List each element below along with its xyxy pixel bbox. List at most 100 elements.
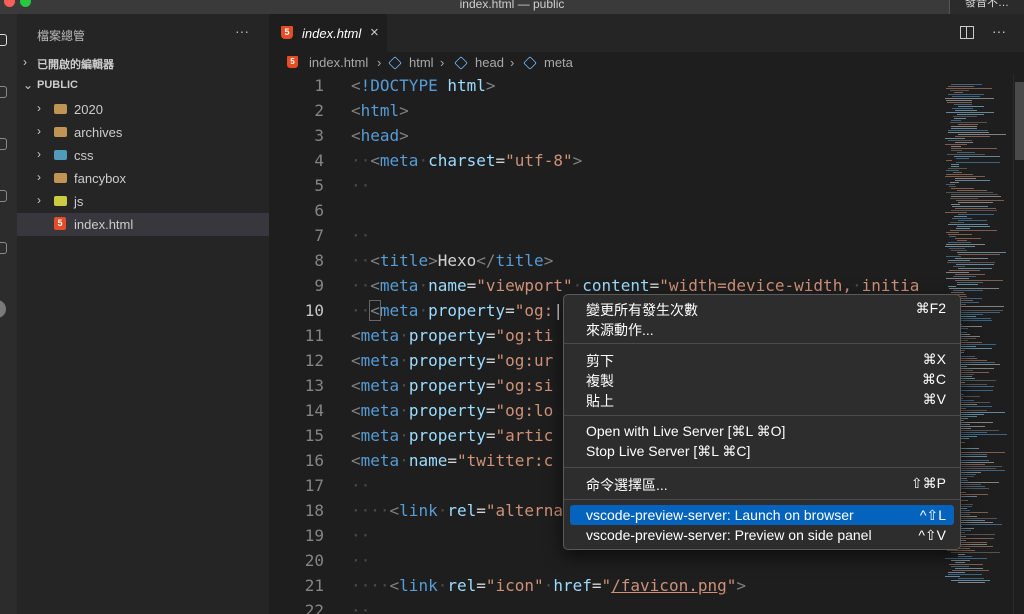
source-control-icon[interactable] bbox=[0, 138, 7, 150]
minimap-line bbox=[948, 224, 988, 225]
code-line: <head> bbox=[351, 126, 409, 145]
tree-item-archives[interactable]: › archives bbox=[17, 121, 269, 144]
minimap-line bbox=[955, 280, 1003, 281]
tab-label: index.html bbox=[302, 26, 362, 41]
folder-section-label: PUBLIC bbox=[37, 79, 78, 91]
line-number: 10 bbox=[304, 301, 324, 320]
minimap-line bbox=[949, 270, 980, 271]
close-tab-button[interactable]: × bbox=[370, 24, 379, 41]
menu-item-stop-live-server[interactable]: Stop Live Server [⌘L ⌘C] bbox=[570, 441, 954, 461]
minimap-line bbox=[945, 576, 960, 577]
minimap-line bbox=[946, 244, 985, 245]
minimap-line bbox=[956, 158, 969, 159]
minimap-line bbox=[951, 128, 977, 129]
vertical-scrollbar[interactable] bbox=[1013, 74, 1024, 614]
code-line: ··<meta·property="og:| bbox=[351, 300, 563, 321]
tree-item-label: archives bbox=[74, 125, 123, 140]
explorer-more-actions-button[interactable]: ··· bbox=[235, 23, 249, 39]
minimap-line bbox=[951, 120, 961, 121]
search-icon[interactable] bbox=[0, 86, 7, 98]
minimap-line bbox=[951, 148, 997, 149]
editor-more-actions-button[interactable]: ··· bbox=[992, 23, 1006, 39]
code-line: ····<link·rel="alterna bbox=[351, 501, 563, 520]
code-line: ·· bbox=[351, 551, 371, 570]
account-icon[interactable] bbox=[0, 300, 6, 318]
code-line: <html> bbox=[351, 101, 409, 120]
chevron-right-icon: › bbox=[440, 55, 445, 70]
line-number: 1 bbox=[314, 76, 324, 95]
menu-item-label: vscode-preview-server: Preview on side p… bbox=[586, 527, 872, 543]
code-line: ·· bbox=[351, 601, 371, 614]
element-icon bbox=[523, 56, 537, 70]
chevron-right-icon: › bbox=[37, 147, 41, 161]
minimap-line bbox=[953, 116, 977, 117]
menu-separator bbox=[564, 415, 960, 416]
minimap-line bbox=[951, 196, 1001, 197]
explorer-icon[interactable] bbox=[0, 34, 7, 46]
minimap-line bbox=[948, 574, 982, 575]
run-icon[interactable] bbox=[0, 190, 7, 202]
minimap-line bbox=[949, 288, 999, 289]
menu-item-copy[interactable]: 複製 ⌘C bbox=[570, 369, 954, 389]
explorer-header: 檔案總管 ··· bbox=[17, 14, 269, 52]
minimap-line bbox=[955, 142, 973, 143]
line-number: 11 bbox=[304, 326, 324, 345]
minimap-line bbox=[946, 160, 952, 161]
line-number: 16 bbox=[304, 451, 324, 470]
menu-item-source-action[interactable]: 來源動作... bbox=[570, 318, 954, 338]
breadcrumb-item[interactable]: meta bbox=[544, 55, 573, 70]
minimap-line bbox=[946, 170, 959, 171]
menu-item-shortcut: ⌘X bbox=[922, 351, 946, 367]
tree-item-css[interactable]: › css bbox=[17, 144, 269, 167]
scrollbar-thumb[interactable] bbox=[1015, 82, 1024, 160]
menu-item-label: 來源動作... bbox=[586, 322, 654, 338]
tree-item-index-html[interactable]: 5 index.html bbox=[17, 213, 269, 236]
code-line: <meta·property="og:ti bbox=[351, 326, 554, 345]
minimap-line bbox=[949, 236, 956, 237]
tree-item-js[interactable]: › js bbox=[17, 190, 269, 213]
menu-item-cut[interactable]: 剪下 ⌘X bbox=[570, 349, 954, 369]
menu-item-launch-on-browser[interactable]: vscode-preview-server: Launch on browser… bbox=[570, 505, 954, 525]
minimap-line bbox=[958, 582, 985, 583]
breadcrumb-item[interactable]: head bbox=[475, 55, 504, 70]
minimap-line bbox=[946, 112, 994, 113]
open-editors-section[interactable]: › 已開啟的編輯器 bbox=[17, 52, 269, 75]
minimap-line bbox=[956, 462, 994, 463]
title-bar: index.html — public 發音不… bbox=[0, 0, 1024, 18]
tab-index-html[interactable]: 5 index.html × bbox=[269, 14, 387, 52]
breadcrumb-item[interactable]: index.html bbox=[309, 55, 368, 70]
minimap-line bbox=[949, 248, 965, 249]
split-editor-icon[interactable] bbox=[960, 26, 974, 39]
minimap-line bbox=[953, 290, 983, 291]
tree-item-fancybox[interactable]: › fancybox bbox=[17, 167, 269, 190]
minimap-line bbox=[955, 258, 988, 259]
breadcrumb-item[interactable]: html bbox=[409, 55, 434, 70]
minimap-line bbox=[951, 194, 998, 195]
tree-item-2020[interactable]: › 2020 bbox=[17, 98, 269, 121]
folder-section-public[interactable]: ⌄ PUBLIC bbox=[17, 75, 269, 98]
minimap-line bbox=[952, 206, 988, 207]
tree-item-label: css bbox=[74, 148, 94, 163]
minimap-line bbox=[956, 264, 994, 265]
menu-item-change-all-occurrences[interactable]: 變更所有發生次數 ⌘F2 bbox=[570, 298, 954, 318]
code-line: <meta·property="og:ur bbox=[351, 351, 554, 370]
menu-item-label: 變更所有發生次數 bbox=[586, 302, 698, 318]
minimap-line bbox=[949, 186, 956, 187]
menu-item-paste[interactable]: 貼上 ⌘V bbox=[570, 389, 954, 409]
code-line: <meta·property="artic bbox=[351, 426, 554, 445]
menu-item-preview-side-panel[interactable]: vscode-preview-server: Preview on side p… bbox=[570, 525, 954, 545]
menu-item-label: Open with Live Server [⌘L ⌘O] bbox=[586, 423, 786, 439]
chevron-right-icon: › bbox=[37, 170, 41, 184]
minimap-line bbox=[958, 134, 1006, 135]
minimap-line bbox=[958, 106, 984, 107]
menu-item-command-palette[interactable]: 命令選擇區... ⇧⌘P bbox=[570, 473, 954, 493]
html5-icon: 5 bbox=[281, 26, 293, 39]
menu-item-open-live-server[interactable]: Open with Live Server [⌘L ⌘O] bbox=[570, 421, 954, 441]
line-number: 22 bbox=[304, 601, 324, 614]
extensions-icon[interactable] bbox=[0, 242, 7, 254]
minimap-line bbox=[946, 88, 992, 89]
html5-icon: 5 bbox=[287, 56, 298, 68]
minimap-line bbox=[955, 466, 1002, 467]
line-number: 3 bbox=[314, 126, 324, 145]
minimap-line bbox=[950, 182, 959, 183]
